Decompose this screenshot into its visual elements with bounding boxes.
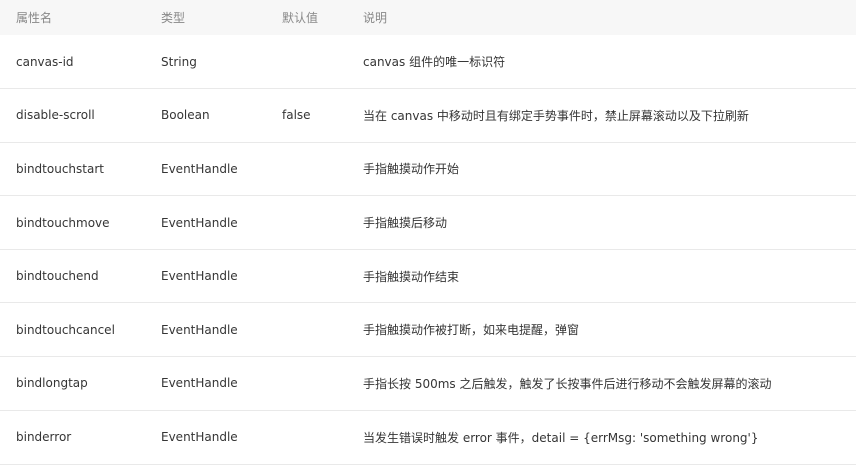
type-cell: EventHandle bbox=[161, 269, 238, 284]
attribute-table: 属性名 类型 默认值 说明 canvas-id String canvas 组件… bbox=[0, 0, 856, 465]
attribute-name-cell: binderror bbox=[16, 430, 72, 445]
description-cell: 手指触摸动作被打断，如来电提醒，弹窗 bbox=[363, 323, 580, 338]
attribute-name-cell: bindtouchend bbox=[16, 269, 99, 284]
attribute-name-cell: bindlongtap bbox=[16, 376, 88, 391]
default-value-cell bbox=[266, 410, 347, 464]
default-value-cell bbox=[266, 303, 347, 357]
table-row: bindtouchstart EventHandle 手指触摸动作开始 bbox=[0, 142, 856, 196]
attribute-name-cell: disable-scroll bbox=[16, 108, 95, 123]
header-row: 属性名 类型 默认值 说明 bbox=[0, 0, 856, 35]
header-type: 类型 bbox=[161, 11, 186, 25]
table-row: canvas-id String canvas 组件的唯一标识符 bbox=[0, 35, 856, 89]
type-cell: String bbox=[161, 54, 197, 69]
default-value-cell bbox=[266, 196, 347, 250]
type-cell: EventHandle bbox=[161, 161, 238, 176]
description-cell: 手指触摸动作结束 bbox=[363, 269, 460, 284]
description-cell: 当发生错误时触发 error 事件，detail = {errMsg: 'som… bbox=[363, 430, 759, 445]
table-body: canvas-id String canvas 组件的唯一标识符 disable… bbox=[0, 35, 856, 465]
type-cell: Boolean bbox=[161, 108, 210, 123]
description-cell: 手指长按 500ms 之后触发，触发了长按事件后进行移动不会触发屏幕的滚动 bbox=[363, 376, 772, 391]
default-value-cell bbox=[266, 142, 347, 196]
header-description: 说明 bbox=[363, 11, 388, 25]
table-row: bindtouchend EventHandle 手指触摸动作结束 bbox=[0, 249, 856, 303]
table-row: binderror EventHandle 当发生错误时触发 error 事件，… bbox=[0, 410, 856, 465]
default-value-cell bbox=[266, 35, 347, 89]
type-cell: EventHandle bbox=[161, 430, 238, 445]
description-cell: canvas 组件的唯一标识符 bbox=[363, 55, 506, 70]
type-cell: EventHandle bbox=[161, 376, 238, 391]
attribute-name-cell: bindtouchmove bbox=[16, 215, 110, 230]
attribute-name-cell: bindtouchstart bbox=[16, 161, 104, 176]
table-row: bindlongtap EventHandle 手指长按 500ms 之后触发，… bbox=[0, 357, 856, 411]
description-cell: 手指触摸后移动 bbox=[363, 216, 448, 231]
attribute-name-cell: canvas-id bbox=[16, 54, 74, 69]
header-attribute-name: 属性名 bbox=[16, 11, 53, 25]
default-value-cell bbox=[266, 357, 347, 411]
type-cell: EventHandle bbox=[161, 215, 238, 230]
table-row: bindtouchmove EventHandle 手指触摸后移动 bbox=[0, 196, 856, 250]
type-cell: EventHandle bbox=[161, 322, 238, 337]
table-header: 属性名 类型 默认值 说明 bbox=[0, 0, 856, 35]
description-cell: 手指触摸动作开始 bbox=[363, 162, 460, 177]
table-row: disable-scroll Boolean false 当在 canvas 中… bbox=[0, 89, 856, 143]
attribute-name-cell: bindtouchcancel bbox=[16, 322, 115, 337]
table-row: bindtouchcancel EventHandle 手指触摸动作被打断，如来… bbox=[0, 303, 856, 357]
description-cell: 当在 canvas 中移动时且有绑定手势事件时，禁止屏幕滚动以及下拉刷新 bbox=[363, 108, 749, 123]
default-value-cell: false bbox=[282, 108, 311, 123]
header-default-value: 默认值 bbox=[282, 11, 319, 25]
default-value-cell bbox=[266, 249, 347, 303]
